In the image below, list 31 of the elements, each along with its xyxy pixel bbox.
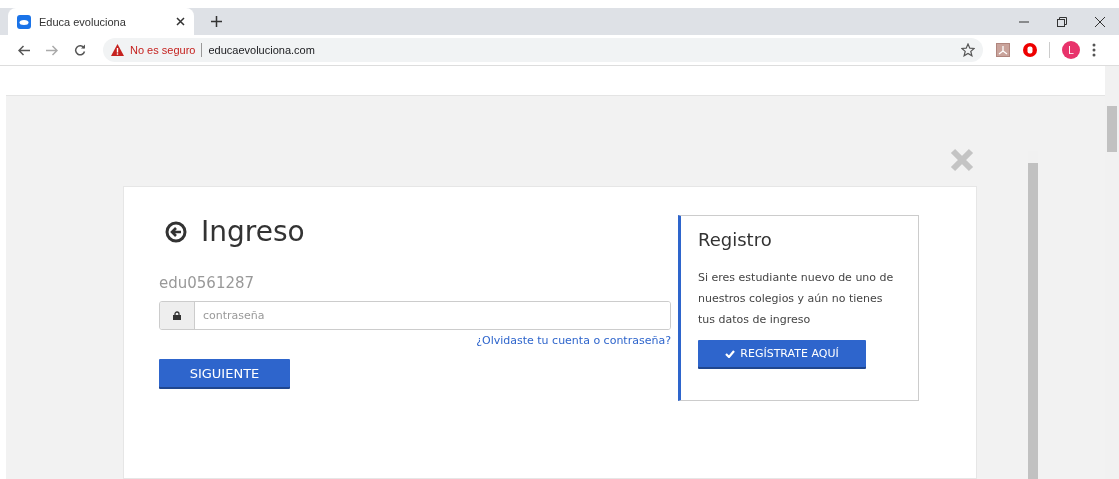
- star-icon[interactable]: [961, 43, 975, 57]
- browser-tab[interactable]: Educa evoluciona: [8, 8, 194, 35]
- password-field[interactable]: contraseña: [159, 301, 671, 330]
- register-button[interactable]: REGÍSTRATE AQUÍ: [698, 340, 866, 367]
- url-text: educaevoluciona.com: [208, 44, 315, 56]
- close-icon[interactable]: [1095, 16, 1105, 27]
- scrollbar[interactable]: [1105, 66, 1119, 479]
- register-text: Si eres estudiante nuevo de uno de nuestros colegios y aún no tienes tus datos de ingreso: [698, 270, 895, 328]
- lock-icon: [173, 311, 181, 320]
- forward-icon: [46, 44, 58, 56]
- address-bar[interactable]: No es seguro educaevoluciona.com: [103, 38, 983, 62]
- menu-icon[interactable]: [1092, 43, 1096, 57]
- close-icon[interactable]: [176, 17, 185, 26]
- username-text: edu0561287: [159, 274, 256, 292]
- login-title: Ingreso: [201, 215, 305, 248]
- profile-avatar[interactable]: L: [1062, 41, 1080, 59]
- back-icon[interactable]: [18, 44, 30, 56]
- security-label: No es seguro: [130, 44, 196, 56]
- register-title: Registro: [698, 229, 773, 250]
- restore-icon[interactable]: [1057, 16, 1067, 27]
- reload-icon[interactable]: [74, 44, 86, 56]
- pdf-extension-icon[interactable]: [996, 43, 1010, 57]
- warning-icon: [111, 44, 124, 56]
- new-tab-icon[interactable]: [211, 16, 222, 27]
- site-icon: [17, 14, 31, 29]
- scrollbar[interactable]: [1028, 151, 1038, 479]
- forgot-password-link[interactable]: ¿Olvidaste tu cuenta o contraseña?: [476, 334, 671, 347]
- check-icon: [725, 349, 736, 358]
- next-button[interactable]: SIGUIENTE: [159, 359, 290, 387]
- hand-extension-icon[interactable]: [1023, 43, 1037, 57]
- minimize-icon[interactable]: [1019, 20, 1029, 23]
